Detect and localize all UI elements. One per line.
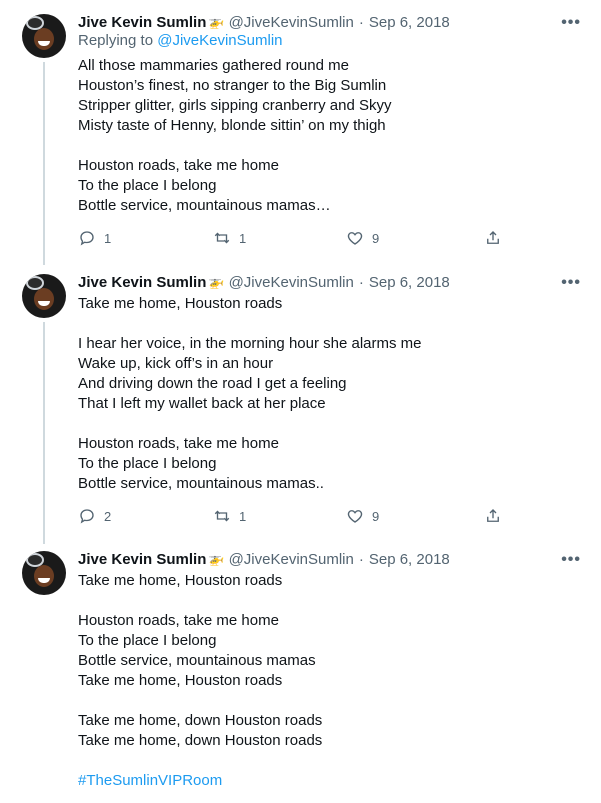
tweet-text-line: Stripper glitter, girls sipping cranberr… [78,97,392,114]
tweet-text-line: And driving down the road I get a feelin… [78,375,347,392]
tweet-text-line: Houston’s finest, no stranger to the Big… [78,77,387,94]
tweet-text-line: Take me home, down Houston roads [78,732,323,749]
tweet-text-line [78,691,322,711]
reply-count: 1 [104,230,112,246]
tweet-2[interactable]: Jive Kevin Sumlin 🚁 @JiveKevinSumlin · S… [0,272,601,542]
more-options-icon[interactable]: ••• [561,14,581,32]
replying-to: Replying to @JiveKevinSumlin [78,32,283,49]
tweet-text-line: Take me home, Houston roads [78,295,283,312]
tweet-header: Jive Kevin Sumlin 🚁 @JiveKevinSumlin · S… [78,12,450,32]
tweet-text-line [78,751,322,771]
avatar-face [34,565,54,587]
separator-dot: · [358,13,364,31]
tweet-text-line: Wake up, kick off’s in an hour [78,355,274,372]
helicopter-emoji-icon: 🚁 [208,551,225,566]
like-count: 9 [372,230,380,246]
avatar-face [34,28,54,50]
user-handle[interactable]: @JiveKevinSumlin [229,14,354,31]
reply-button[interactable]: 1 [78,229,111,247]
retweet-icon [214,232,230,244]
avatar[interactable] [22,14,66,58]
tweet-text-line: All those mammaries gathered round me [78,57,349,74]
avatar[interactable] [22,274,66,318]
reply-icon [80,231,94,246]
tweet-text-line [78,314,422,334]
like-button[interactable]: 9 [346,507,379,525]
share-icon [487,231,499,244]
replying-to-label: Replying to [78,32,154,49]
display-name[interactable]: Jive Kevin Sumlin [78,551,206,568]
like-icon [347,232,363,245]
tweet-date[interactable]: Sep 6, 2018 [369,14,450,31]
reply-icon [80,509,94,524]
like-icon [347,510,363,523]
display-name[interactable]: Jive Kevin Sumlin [78,14,206,31]
reply-count: 2 [104,508,112,524]
hashtag-link[interactable]: #TheSumlinVIPRoom [78,771,322,791]
tweet-text: Take me home, Houston roads I hear her v… [78,294,422,494]
more-options-icon[interactable]: ••• [561,274,581,292]
tweet-text-line: Houston roads, take me home [78,612,279,629]
retweet-icon [214,510,230,522]
tweet-text: All those mammaries gathered round me Ho… [78,56,391,216]
reply-button[interactable]: 2 [78,507,111,525]
tweet-text-line: Bottle service, mountainous mamas [78,652,316,669]
share-icon [487,509,499,522]
like-count: 9 [372,508,380,524]
tweet-text-line: Take me home, Houston roads [78,572,283,589]
separator-dot: · [358,550,364,568]
avatar[interactable] [22,551,66,595]
tweet-text-line: Take me home, down Houston roads [78,712,323,729]
retweet-button[interactable]: 1 [213,229,246,247]
retweet-button[interactable]: 1 [213,507,246,525]
tweet-actions: 2 1 9 [78,507,508,527]
tweet-text-line: To the place I belong [78,177,217,194]
tweet-text-line [78,591,322,611]
retweet-count: 1 [239,230,247,246]
tweet-text-line: Take me home, Houston roads [78,672,283,689]
tweet-3[interactable]: Jive Kevin Sumlin 🚁 @JiveKevinSumlin · S… [0,549,601,803]
tweet-text-line [78,136,391,156]
share-button[interactable] [484,229,502,247]
tweet-text-line [78,414,422,434]
display-name[interactable]: Jive Kevin Sumlin [78,274,206,291]
user-handle[interactable]: @JiveKevinSumlin [229,551,354,568]
tweet-text-line: Bottle service, mountainous mamas… [78,197,331,214]
more-options-icon[interactable]: ••• [561,551,581,569]
retweet-count: 1 [239,508,247,524]
tweet-text-line: Misty taste of Henny, blonde sittin’ on … [78,117,386,134]
helicopter-emoji-icon: 🚁 [208,14,225,29]
like-button[interactable]: 9 [346,229,379,247]
tweet-date[interactable]: Sep 6, 2018 [369,551,450,568]
tweet-text-line: Houston roads, take me home [78,157,279,174]
avatar-face [34,288,54,310]
tweet-text: Take me home, Houston roads Houston road… [78,571,322,791]
helicopter-emoji-icon: 🚁 [208,274,225,289]
tweet-header: Jive Kevin Sumlin 🚁 @JiveKevinSumlin · S… [78,272,450,292]
separator-dot: · [358,273,364,291]
tweet-text-line: To the place I belong [78,632,217,649]
replying-to-handle-link[interactable]: @JiveKevinSumlin [157,32,282,49]
tweet-date[interactable]: Sep 6, 2018 [369,274,450,291]
tweet-actions: 1 1 9 [78,229,508,249]
tweet-header: Jive Kevin Sumlin 🚁 @JiveKevinSumlin · S… [78,549,450,569]
tweet-text-line: Bottle service, mountainous mamas.. [78,475,324,492]
tweet-1[interactable]: Jive Kevin Sumlin 🚁 @JiveKevinSumlin · S… [0,12,601,262]
tweet-text-line: Houston roads, take me home [78,435,279,452]
share-button[interactable] [484,507,502,525]
tweet-text-line: To the place I belong [78,455,217,472]
tweet-text-line: I hear her voice, in the morning hour sh… [78,335,422,352]
user-handle[interactable]: @JiveKevinSumlin [229,274,354,291]
tweet-text-line: That I left my wallet back at her place [78,395,326,412]
